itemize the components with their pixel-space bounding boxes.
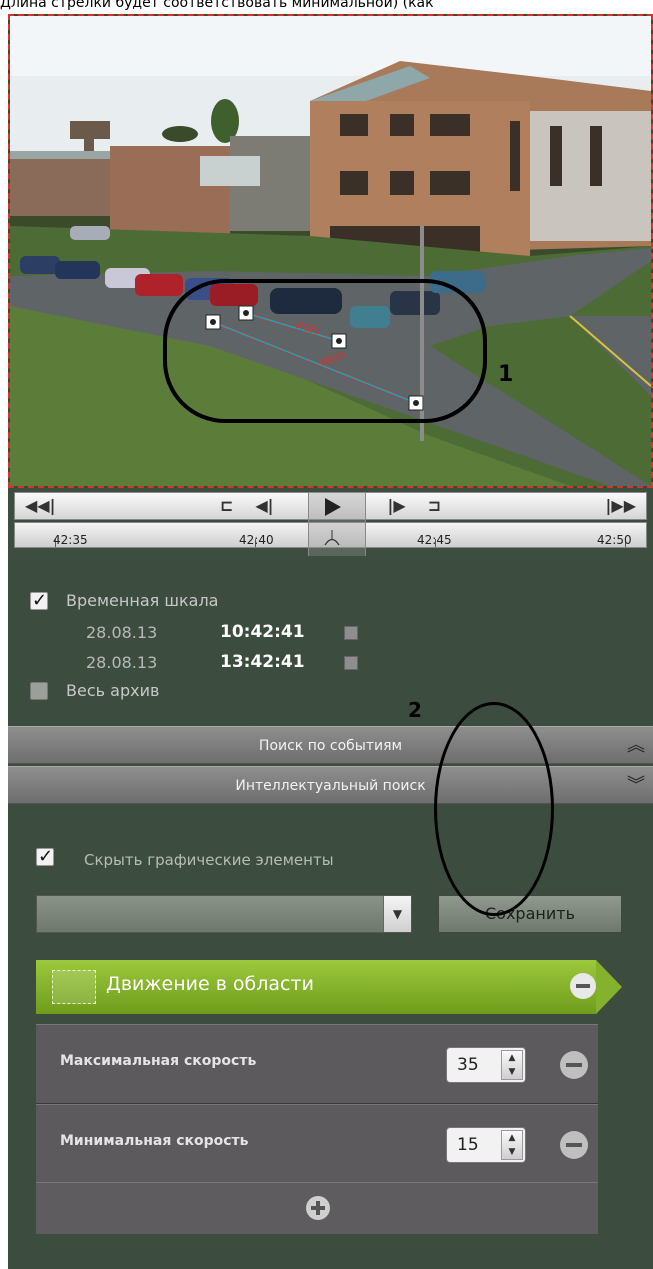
start-time[interactable]: 10:42:41 xyxy=(220,622,305,642)
go-start-button[interactable]: ⊏ xyxy=(220,498,233,514)
area-icon xyxy=(52,970,96,1004)
tick-label: 42:45 xyxy=(417,533,452,547)
start-calendar-icon[interactable] xyxy=(344,626,358,640)
rule-motion-in-area[interactable]: Движение в области xyxy=(36,960,623,1014)
param-row: Максимальная скорость 35 ▲ ▼ xyxy=(36,1024,598,1104)
search-panel: Временная шкала 28.08.13 10:42:41 28.08.… xyxy=(8,560,653,1269)
remove-param-button[interactable] xyxy=(560,1051,588,1079)
fast-forward-button[interactable]: |▶▶ xyxy=(606,498,636,514)
decrement-icon[interactable]: ▼ xyxy=(502,1145,522,1159)
hide-graphics-label: Скрыть графические элементы xyxy=(84,851,334,869)
section-event-search[interactable]: Поиск по событиям ︽ xyxy=(8,726,653,764)
tick-label: 42:50 xyxy=(597,533,632,547)
step-back-button[interactable]: ◀| xyxy=(255,498,273,514)
rule-header-tip xyxy=(596,960,622,1014)
add-param-button[interactable] xyxy=(306,1196,330,1220)
rule-title: Движение в области xyxy=(106,973,314,995)
param-row: Минимальная скорость 15 ▲ ▼ xyxy=(36,1104,598,1184)
start-date: 28.08.13 xyxy=(86,623,158,642)
step-forward-button[interactable]: |▶ xyxy=(388,498,406,514)
tick-label: 42:40 xyxy=(239,533,274,547)
go-end-button[interactable]: ⊐ xyxy=(428,498,441,514)
section-smart-search-title: Интеллектуальный поиск xyxy=(235,778,426,794)
page-caption: Длина стрелки будет соответствовать мини… xyxy=(0,0,434,10)
end-date: 28.08.13 xyxy=(86,653,158,672)
remove-param-button[interactable] xyxy=(560,1131,588,1159)
whole-archive-checkbox[interactable] xyxy=(30,682,48,700)
camera-view[interactable]: min max 1 xyxy=(8,14,653,488)
playback-panel: ◀◀| ⊏ ◀| |▶ ⊐ |▶▶ 42:35 42:40 42:45 42:5… xyxy=(8,488,653,560)
cursor-marker-icon xyxy=(324,530,340,546)
end-calendar-icon[interactable] xyxy=(344,656,358,670)
fast-back-button[interactable]: ◀◀| xyxy=(25,498,55,514)
tick-label: 42:35 xyxy=(53,533,88,547)
min-speed-stepper[interactable]: 15 ▲ ▼ xyxy=(446,1127,526,1163)
callout-2-ellipse xyxy=(434,702,554,916)
stepper-buttons[interactable]: ▲ ▼ xyxy=(501,1050,523,1080)
section-smart-search[interactable]: Интеллектуальный поиск ︾ xyxy=(8,766,653,804)
play-icon[interactable] xyxy=(312,495,352,519)
add-param-row xyxy=(36,1182,598,1234)
decrement-icon[interactable]: ▼ xyxy=(502,1065,522,1079)
min-speed-value[interactable]: 15 xyxy=(457,1135,479,1155)
section-event-search-title: Поиск по событиям xyxy=(258,738,403,754)
callout-2: 2 xyxy=(408,698,422,722)
timeline-label: Временная шкала xyxy=(66,591,219,610)
stepper-buttons[interactable]: ▲ ▼ xyxy=(501,1130,523,1160)
expand-icon[interactable]: ︾ xyxy=(627,767,645,805)
max-speed-value[interactable]: 35 xyxy=(457,1055,479,1075)
hide-graphics-checkbox[interactable] xyxy=(36,846,54,867)
param-label: Максимальная скорость xyxy=(60,1053,257,1069)
dropdown-arrow-icon[interactable]: ▼ xyxy=(383,896,411,932)
template-select[interactable]: ▼ xyxy=(36,895,412,933)
end-time[interactable]: 13:42:41 xyxy=(220,652,305,672)
whole-archive-label: Весь архив xyxy=(66,681,160,700)
param-label: Минимальная скорость xyxy=(60,1133,249,1149)
max-speed-stepper[interactable]: 35 ▲ ▼ xyxy=(446,1047,526,1083)
callout-1: 1 xyxy=(498,362,513,387)
timeline-checkbox[interactable] xyxy=(30,590,48,611)
collapse-icon[interactable]: ︽ xyxy=(627,727,645,765)
increment-icon[interactable]: ▲ xyxy=(502,1051,522,1065)
camera-frame: min max 1 xyxy=(10,16,651,486)
remove-rule-button[interactable] xyxy=(570,973,596,999)
increment-icon[interactable]: ▲ xyxy=(502,1131,522,1145)
